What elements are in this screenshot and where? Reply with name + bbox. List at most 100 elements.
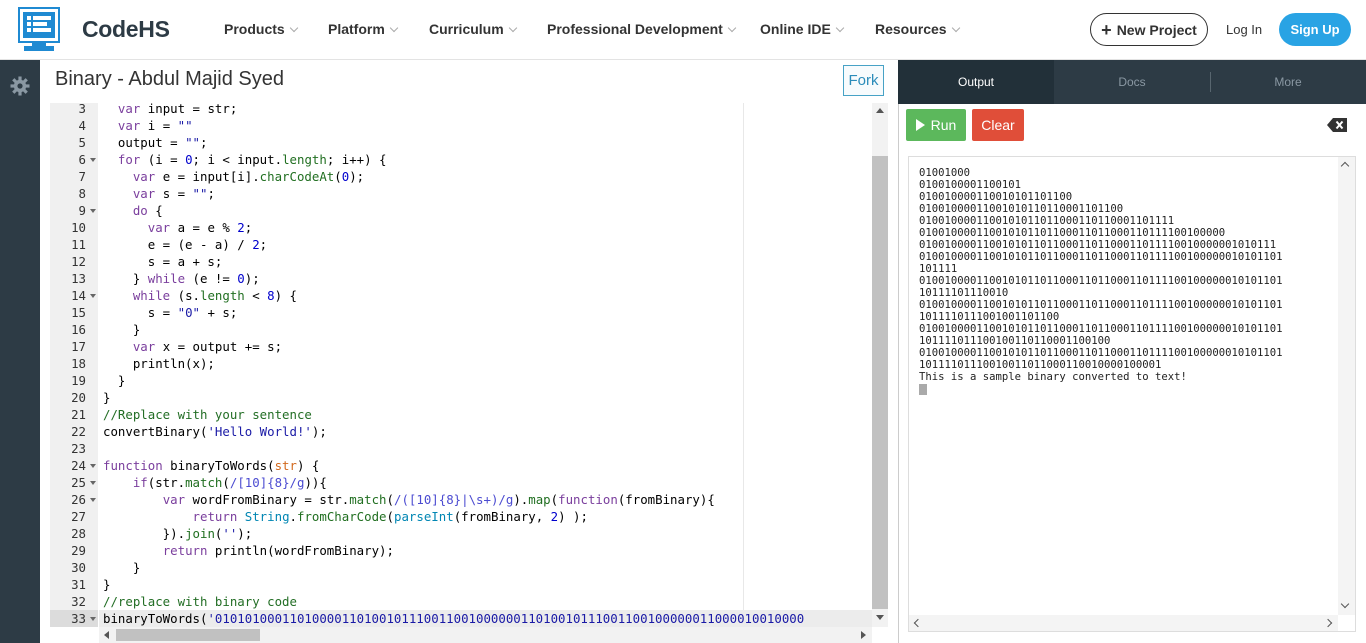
code-line[interactable]: return println(wordFromBinary); — [103, 542, 394, 559]
console-line: 0100100001100101011011000110110001101111… — [919, 299, 1283, 311]
console-line: 1011110111001001101100 — [919, 311, 1060, 323]
scroll-left-arrow-icon[interactable] — [104, 631, 109, 639]
fold-arrow-icon[interactable] — [90, 158, 96, 162]
nav-curriculum[interactable]: Curriculum — [429, 21, 517, 37]
fold-arrow-icon[interactable] — [90, 294, 96, 298]
line-number: 3 — [78, 103, 86, 116]
line-number: 29 — [71, 543, 86, 558]
code-line[interactable]: var s = ""; — [103, 185, 215, 202]
code-line[interactable]: var a = e % 2; — [103, 219, 252, 236]
line-number: 27 — [71, 509, 86, 524]
console-line: 010010000110010101101100 — [919, 191, 1073, 203]
console-line: 0100100001100101011011000110110001101111 — [919, 215, 1175, 227]
code-line[interactable]: } — [103, 576, 110, 593]
code-line[interactable]: println(x); — [103, 355, 215, 372]
codehs-logo-icon[interactable] — [18, 7, 60, 52]
code-line[interactable]: var x = output += s; — [103, 338, 282, 355]
scroll-down-arrow-icon[interactable] — [1340, 599, 1350, 609]
code-line[interactable]: } while (e != 0); — [103, 270, 260, 287]
line-number: 11 — [71, 237, 86, 252]
line-number: 22 — [71, 424, 86, 439]
nav-resources[interactable]: Resources — [875, 21, 960, 37]
scrollbar-thumb[interactable] — [872, 156, 888, 609]
code-line[interactable]: var i = "" — [103, 117, 193, 134]
scroll-up-arrow-icon[interactable] — [876, 108, 884, 113]
tab-more[interactable]: More — [1210, 60, 1366, 104]
fork-button[interactable]: Fork — [843, 65, 884, 96]
code-line[interactable]: for (i = 0; i < input.length; i++) { — [103, 151, 387, 168]
line-number: 7 — [78, 169, 86, 184]
scrollbar-thumb[interactable] — [116, 629, 260, 641]
scroll-right-arrow-icon[interactable] — [861, 631, 866, 639]
console-line: 10111101110010011011000110010000100001 — [919, 359, 1162, 371]
console-vertical-scrollbar[interactable] — [1338, 157, 1355, 615]
code-line[interactable]: binaryToWords('0101010001101000011010010… — [103, 610, 804, 627]
code-editor[interactable]: var input = str; var i = "" output = "";… — [99, 103, 872, 627]
log-in-link[interactable]: Log In — [1226, 22, 1262, 37]
code-line[interactable]: } — [103, 389, 110, 406]
left-sidebar — [0, 60, 40, 643]
console-output[interactable]: 01001000 0100100001100101 0100100001100101… — [908, 156, 1356, 632]
code-line[interactable]: if(str.match(/[10]{8}/g)){ — [103, 474, 327, 491]
nav-online-ide-label: Online IDE — [760, 21, 831, 37]
line-number: 17 — [71, 339, 86, 354]
editor-horizontal-scrollbar[interactable] — [99, 627, 872, 643]
new-project-button[interactable]: + New Project — [1090, 13, 1208, 46]
line-number: 30 — [71, 560, 86, 575]
code-line[interactable]: } — [103, 559, 140, 576]
nav-online-ide[interactable]: Online IDE — [760, 21, 845, 37]
scroll-left-arrow-icon[interactable] — [913, 618, 923, 628]
fold-arrow-icon[interactable] — [90, 481, 96, 485]
code-line[interactable]: function binaryToWords(str) { — [103, 457, 319, 474]
nav-professional-development[interactable]: Professional Development — [547, 21, 737, 37]
code-line[interactable]: var wordFromBinary = str.match(/([10]{8}… — [103, 491, 715, 508]
console-cursor — [919, 384, 927, 395]
chevron-down-icon — [951, 23, 960, 33]
code-line[interactable]: s = a + s; — [103, 253, 223, 270]
scroll-up-arrow-icon[interactable] — [1340, 161, 1350, 171]
fold-arrow-icon[interactable] — [90, 498, 96, 502]
nav-platform[interactable]: Platform — [328, 21, 399, 37]
console-line: 0100100001100101011011000110110001101111… — [919, 239, 1277, 251]
nav-resources-label: Resources — [875, 21, 947, 37]
tab-docs[interactable]: Docs — [1054, 60, 1210, 104]
nav-professional-development-label: Professional Development — [547, 21, 723, 37]
brand-name[interactable]: CodeHS — [82, 16, 170, 43]
scroll-down-arrow-icon[interactable] — [876, 615, 884, 620]
fold-arrow-icon[interactable] — [90, 209, 96, 213]
backspace-icon[interactable] — [1326, 117, 1348, 133]
tab-output[interactable]: Output — [898, 60, 1054, 104]
code-line[interactable]: s = "0" + s; — [103, 304, 238, 321]
code-line[interactable]: output = ""; — [103, 134, 208, 151]
console-line: 10111101110010 — [919, 287, 1009, 299]
clear-button[interactable]: Clear — [972, 109, 1024, 141]
console-line: 101111011100100110110001100100 — [919, 335, 1111, 347]
code-line[interactable]: //replace with binary code — [103, 593, 297, 610]
gear-icon[interactable] — [10, 76, 30, 96]
code-line[interactable]: //Replace with your sentence — [103, 406, 312, 423]
code-line[interactable]: do { — [103, 202, 163, 219]
code-line[interactable]: var input = str; — [103, 103, 237, 117]
scroll-right-arrow-icon[interactable] — [1323, 618, 1333, 628]
code-line[interactable]: while (s.length < 8) { — [103, 287, 297, 304]
code-line[interactable]: return String.fromCharCode(parseInt(from… — [103, 508, 588, 525]
editor-vertical-scrollbar[interactable] — [872, 103, 888, 627]
code-line[interactable]: e = (e - a) / 2; — [103, 236, 267, 253]
code-line[interactable]: convertBinary('Hello World!'); — [103, 423, 327, 440]
console-line: 0100100001100101011011000110110001101111… — [919, 323, 1283, 335]
code-line[interactable]: var e = input[i].charCodeAt(0); — [103, 168, 364, 185]
chevron-down-icon — [389, 23, 399, 33]
code-line[interactable]: }).join(''); — [103, 525, 253, 542]
fold-arrow-icon[interactable] — [90, 464, 96, 468]
console-line: 0100100001100101011011000110110001101111… — [919, 227, 1226, 239]
console-horizontal-scrollbar[interactable] — [909, 615, 1338, 631]
run-button[interactable]: Run — [906, 109, 966, 141]
line-number: 24 — [71, 458, 86, 473]
line-number: 8 — [78, 186, 86, 201]
nav-products[interactable]: Products — [224, 21, 298, 37]
line-number: 33 — [71, 611, 86, 626]
sign-up-button[interactable]: Sign Up — [1279, 13, 1351, 46]
fold-arrow-icon[interactable] — [90, 617, 96, 621]
code-line[interactable]: } — [103, 372, 125, 389]
code-line[interactable]: } — [103, 321, 140, 338]
